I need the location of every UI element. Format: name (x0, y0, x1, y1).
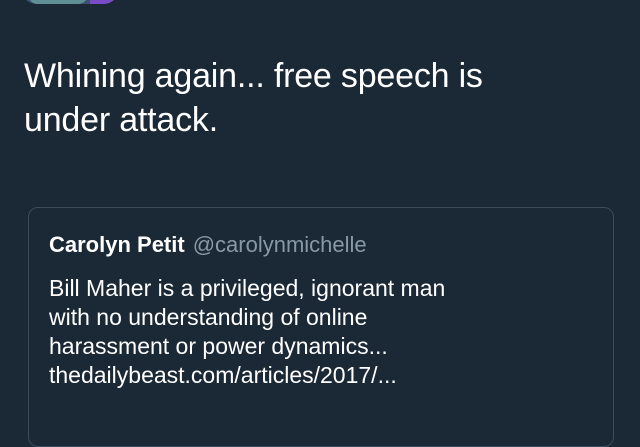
quoted-link[interactable]: thedailybeast.com/articles/2017/... (49, 361, 589, 390)
avatar[interactable] (22, 0, 118, 4)
quoted-tweet-body: Bill Maher is a privileged, ignorant man… (49, 274, 589, 390)
quoted-body-line: harassment or power dynamics... (49, 333, 388, 359)
quoted-body-line: with no understanding of online (49, 304, 368, 330)
quoted-author-handle: @carolynmichelle (192, 232, 367, 257)
tweet-text: Whining again... free speech is under at… (24, 57, 483, 139)
quoted-author-name: Carolyn Petit (49, 232, 185, 257)
quoted-tweet-header: Carolyn Petit @carolynmichelle (49, 232, 367, 258)
quoted-tweet-card[interactable]: Carolyn Petit @carolynmichelle Bill Maher… (28, 207, 614, 447)
quoted-body-line: Bill Maher is a privileged, ignorant man (49, 275, 446, 301)
